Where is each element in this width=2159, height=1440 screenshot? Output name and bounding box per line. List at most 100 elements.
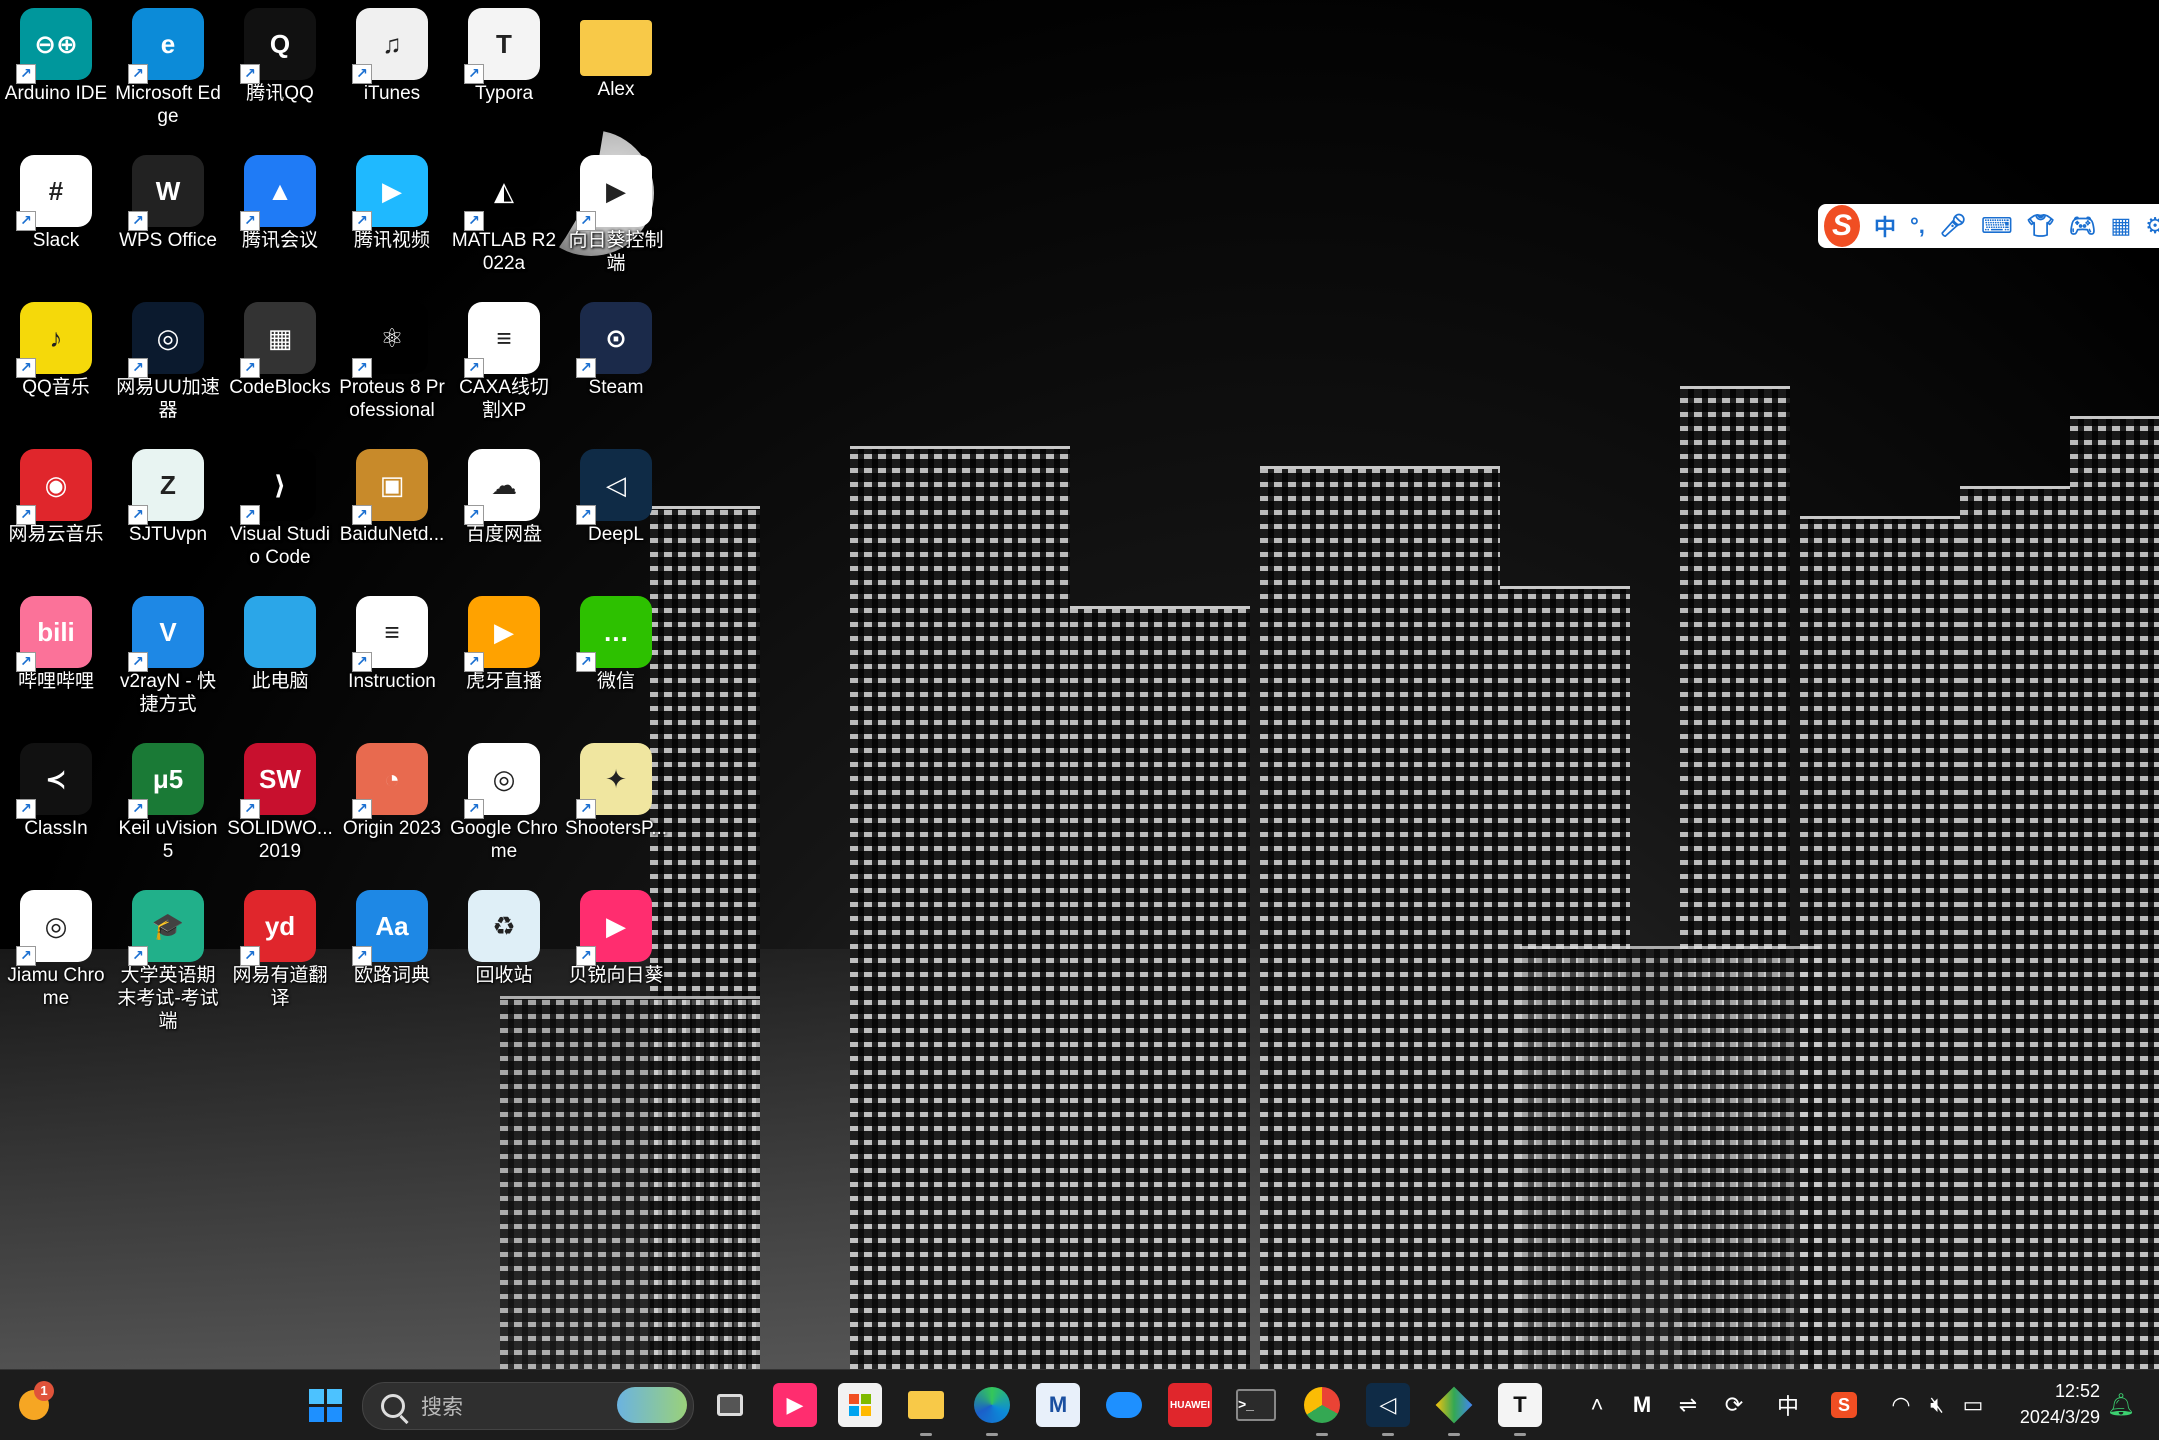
taskbar-chrome[interactable] — [1300, 1383, 1344, 1436]
deepl-icon: ◁ ↗ — [576, 449, 652, 525]
tray-sync-icon[interactable]: ⟳ — [1716, 1370, 1752, 1440]
shortcut-arrow-icon: ↗ — [352, 652, 372, 672]
desktop-shortcut[interactable]: T ↗ Typora — [448, 0, 560, 105]
desktop-shortcut[interactable]: ☁ ↗ 百度网盘 — [448, 441, 560, 546]
desktop-shortcut[interactable]: ◎ ↗ 网易UU加速器 — [112, 294, 224, 422]
desktop-shortcut[interactable]: ◉ ↗ 网易云音乐 — [0, 441, 112, 546]
running-indicator — [1316, 1433, 1328, 1436]
desktop-shortcut[interactable]: 🎓 ↗ 大学英语期末考试-考试端 — [112, 882, 224, 1033]
desktop-shortcut[interactable]: bili ↗ 哔哩哔哩 — [0, 588, 112, 693]
taskbar-deepl[interactable]: ◁ — [1366, 1383, 1410, 1436]
show-hidden-icons-button[interactable]: ˄ — [1580, 1370, 1614, 1440]
edge-icon — [974, 1387, 1010, 1423]
shortcut-arrow-icon: ↗ — [16, 505, 36, 525]
taskbar-terminal[interactable]: >_ — [1234, 1383, 1278, 1427]
ime-mode-indicator[interactable]: 中 — [1770, 1370, 1806, 1440]
desktop-shortcut[interactable]: ◔ ↗ Origin 2023 — [336, 735, 448, 840]
desktop-shortcut[interactable]: … ↗ 微信 — [560, 588, 672, 693]
desktop-shortcut[interactable]: yd ↗ 网易有道翻译 — [224, 882, 336, 1010]
task-view-button[interactable] — [708, 1383, 752, 1427]
desktop-shortcut-label: 虎牙直播 — [465, 671, 542, 692]
netease-music-icon: ◉ ↗ — [16, 449, 92, 525]
desktop-shortcut[interactable]: ◎ ↗ Google Chrome — [448, 735, 560, 863]
desktop-shortcut[interactable]: W ↗ WPS Office — [112, 147, 224, 252]
taskbar-typora[interactable]: T — [1498, 1383, 1542, 1436]
desktop-shortcut[interactable]: 此电脑 — [224, 588, 336, 693]
shortcut-arrow-icon: ↗ — [576, 799, 596, 819]
desktop-shortcut[interactable]: Alex — [560, 0, 672, 101]
tencent-video-icon: ▶ ↗ — [352, 155, 428, 231]
desktop-shortcut[interactable]: e ↗ Microsoft Edge — [112, 0, 224, 128]
desktop-shortcut[interactable]: ≡ ↗ CAXA线切割XP — [448, 294, 560, 422]
shortcut-arrow-icon: ↗ — [128, 64, 148, 84]
desktop-shortcut[interactable]: ▶ ↗ 向日葵控制端 — [560, 147, 672, 275]
desktop-shortcut[interactable]: Aa ↗ 欧路词典 — [336, 882, 448, 987]
notification-bell-icon[interactable]: 🔔︎ — [2104, 1370, 2138, 1440]
clock[interactable]: 12:52 2024/3/29 — [1996, 1378, 2100, 1430]
desktop-shortcut[interactable]: ⊙ ↗ Steam — [560, 294, 672, 399]
tray-app-m-icon[interactable]: M — [1624, 1370, 1660, 1440]
desktop-shortcut[interactable]: ◎ ↗ Jiamu Chrome — [0, 882, 112, 1010]
taskbar-mailmaster[interactable]: M — [1036, 1383, 1080, 1427]
start-button[interactable] — [303, 1383, 347, 1427]
desktop-shortcut[interactable]: ▲ ↗ 腾讯会议 — [224, 147, 336, 252]
sunlogin-icon: ▶ — [786, 1392, 804, 1417]
tray-sogou-icon[interactable]: S — [1826, 1370, 1862, 1440]
shortcut-arrow-icon: ↗ — [576, 505, 596, 525]
shortcut-arrow-icon: ↗ — [240, 358, 260, 378]
desktop-shortcut[interactable]: ▣ ↗ BaiduNetd... — [336, 441, 448, 546]
taskbar-edge[interactable] — [970, 1383, 1014, 1436]
mic-icon[interactable]: 🎤︎ — [1939, 213, 1967, 239]
battery-icon[interactable]: ▭ — [1956, 1370, 1990, 1440]
tray-sliders-icon[interactable]: ⇌ — [1670, 1370, 1706, 1440]
steam-icon: ⊙ ↗ — [576, 302, 652, 378]
desktop-shortcut[interactable]: Z ↗ SJTUvpn — [112, 441, 224, 546]
tools-icon[interactable]: ⚙ — [2145, 213, 2159, 239]
desktop-shortcut[interactable]: ♫ ↗ iTunes — [336, 0, 448, 105]
desktop-shortcut[interactable]: μ5 ↗ Keil uVision5 — [112, 735, 224, 863]
weather-widget-button[interactable]: 1 — [12, 1381, 56, 1427]
desktop-shortcut[interactable]: ⚛ ↗ Proteus 8 Professional — [336, 294, 448, 422]
gamepad-icon[interactable]: 🎮︎ — [2069, 213, 2097, 239]
desktop-shortcut[interactable]: SW ↗ SOLIDWO... 2019 — [224, 735, 336, 863]
shortcut-arrow-icon: ↗ — [16, 946, 36, 966]
taskbar-file-explorer[interactable] — [904, 1383, 948, 1436]
taskbar-search-box[interactable]: 搜索 — [362, 1382, 694, 1430]
desktop-shortcut[interactable]: ⟩ ↗ Visual Studio Code — [224, 441, 336, 569]
taskbar-huawei[interactable]: HUAWEI — [1168, 1383, 1212, 1427]
desktop-shortcut[interactable]: ≡ ↗ Instruction — [336, 588, 448, 693]
taskbar-sunlogin[interactable]: ▶ — [773, 1383, 817, 1427]
keyboard-icon[interactable]: ⌨ — [1981, 213, 2013, 239]
taskbar-onedrive[interactable] — [1102, 1383, 1146, 1427]
shortcut-arrow-icon: ↗ — [16, 64, 36, 84]
desktop-shortcut[interactable]: ♪ ↗ QQ音乐 — [0, 294, 112, 399]
desktop-shortcut[interactable]: ≺ ↗ ClassIn — [0, 735, 112, 840]
desktop-shortcut[interactable]: ⊖⊕ ↗ Arduino IDE — [0, 0, 112, 105]
ime-mode-toggle[interactable]: 中 — [1874, 210, 1896, 242]
desktop-shortcut-label: 贝锐向日葵 — [568, 965, 664, 986]
desktop-shortcut[interactable]: V ↗ v2rayN - 快捷方式 — [112, 588, 224, 716]
desktop-shortcut[interactable]: ◭ ↗ MATLAB R2022a — [448, 147, 560, 275]
sogou-ime-toolbar[interactable]: S 中 °, 🎤︎ ⌨ 👕︎ 🎮︎ ▦ ⚙ — [1818, 204, 2159, 248]
desktop-shortcut[interactable]: # ↗ Slack — [0, 147, 112, 252]
skin-icon[interactable]: 👕︎ — [2027, 213, 2055, 239]
desktop-shortcut[interactable]: ▶ ↗ 贝锐向日葵 — [560, 882, 672, 987]
shortcut-arrow-icon: ↗ — [240, 64, 260, 84]
desktop-shortcut[interactable]: ✦ ↗ ShootersP... — [560, 735, 672, 840]
wifi-icon[interactable]: ◠ — [1884, 1370, 1918, 1440]
shortcut-arrow-icon: ↗ — [576, 946, 596, 966]
punctuation-toggle[interactable]: °, — [1910, 213, 1925, 239]
sogou-logo-icon[interactable]: S — [1824, 205, 1860, 247]
taskbar-app-diamond[interactable] — [1432, 1383, 1476, 1436]
apps-icon[interactable]: ▦ — [2110, 213, 2131, 239]
shortcut-arrow-icon: ↗ — [16, 211, 36, 231]
desktop-shortcut[interactable]: ▦ ↗ CodeBlocks — [224, 294, 336, 399]
desktop-shortcut[interactable]: ▶ ↗ 虎牙直播 — [448, 588, 560, 693]
desktop-shortcut[interactable]: Q ↗ 腾讯QQ — [224, 0, 336, 105]
taskbar-microsoft-store[interactable] — [838, 1383, 882, 1427]
volume-muted-icon[interactable]: 🔇︎ — [1920, 1370, 1954, 1440]
desktop-shortcut[interactable]: ♻ 回收站 — [448, 882, 560, 987]
desktop-shortcut[interactable]: ▶ ↗ 腾讯视频 — [336, 147, 448, 252]
desktop-shortcut[interactable]: ◁ ↗ DeepL — [560, 441, 672, 546]
keil-icon: μ5 ↗ — [128, 743, 204, 819]
